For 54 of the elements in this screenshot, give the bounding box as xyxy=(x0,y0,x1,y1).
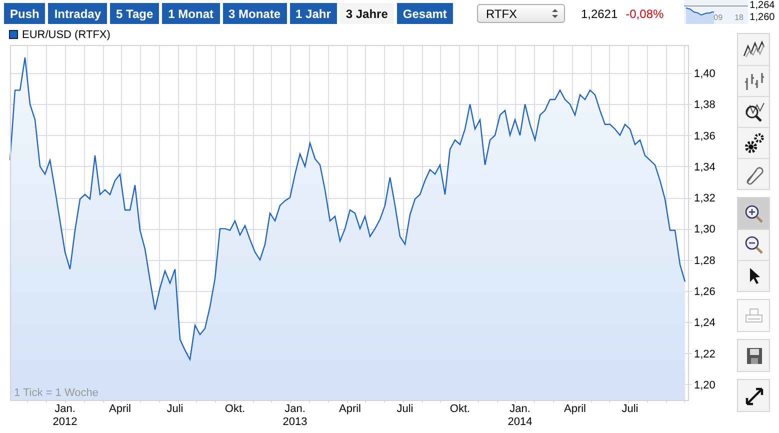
x-axis-label: Jan. 2012 xyxy=(52,403,78,428)
price-value: 1,2621 xyxy=(580,6,618,20)
x-axis-label: Okt. xyxy=(450,403,470,415)
x-axis-label: Okt. xyxy=(224,403,246,415)
range-tab[interactable]: 5 Tage xyxy=(110,3,160,24)
y-axis-label: 1,20 xyxy=(694,379,716,392)
x-axis-label: April xyxy=(564,403,586,415)
y-axis-label: 1,40 xyxy=(694,68,716,80)
up-down-arrows-icon xyxy=(552,8,558,19)
zoom-in-icon xyxy=(742,202,764,224)
y-axis-label: 1,34 xyxy=(694,161,716,174)
chart-magnifier-icon xyxy=(742,101,764,123)
x-axis-label: April xyxy=(339,403,361,415)
legend-label: EUR/USD (RTFX) xyxy=(22,28,110,40)
zoom-out-icon xyxy=(742,234,764,256)
y-axis-label: 1,26 xyxy=(694,286,716,298)
y-axis-label: 1,24 xyxy=(694,317,716,330)
tick-note: 1 Tick = 1 Woche xyxy=(14,387,98,399)
y-axis-label: 1,30 xyxy=(694,224,716,236)
toolbar-button[interactable] xyxy=(738,127,769,158)
toolbar-button[interactable] xyxy=(738,229,769,260)
toolbar-button[interactable] xyxy=(738,340,769,371)
y-axis-label: 1,32 xyxy=(694,192,716,205)
bar-chart-icon xyxy=(742,70,764,92)
toolbar-button[interactable] xyxy=(738,380,769,411)
mini-axis-label: 1,260 xyxy=(750,12,775,24)
exchange-select[interactable]: RTFX xyxy=(476,4,565,23)
range-tab[interactable]: Push xyxy=(4,3,46,24)
x-axis-label: April xyxy=(109,403,131,415)
range-tab[interactable]: Gesamt xyxy=(396,3,453,24)
range-tab[interactable]: 3 Monate xyxy=(222,3,287,24)
y-axis-label: 1,28 xyxy=(694,254,716,267)
range-tab[interactable]: 1 Jahr xyxy=(290,3,337,24)
settings-icon xyxy=(742,132,764,154)
mini-sparkline-chart xyxy=(684,0,748,24)
range-tab[interactable]: 3 Jahre xyxy=(340,3,394,24)
y-axis-label: 1,36 xyxy=(694,130,716,142)
x-axis-label: Juli xyxy=(622,403,638,415)
toolbar-button[interactable] xyxy=(738,96,769,127)
toolbar-button[interactable] xyxy=(738,198,769,229)
x-axis-label: Jan. 2013 xyxy=(282,403,308,428)
range-tab[interactable]: 1 Monat xyxy=(162,3,220,24)
toolbar-button[interactable] xyxy=(738,34,769,65)
y-axis-label: 1,22 xyxy=(694,348,716,360)
mini-axis-label: 09 xyxy=(714,13,723,22)
y-axis-label: 1,38 xyxy=(694,99,716,112)
x-axis-label: Jan. 2014 xyxy=(508,403,532,428)
price-change: -0,08% xyxy=(626,6,664,20)
x-axis-label: Juli xyxy=(166,403,184,415)
toolbar-button[interactable] xyxy=(738,260,769,291)
mini-axis-label: 1,264 xyxy=(750,0,775,12)
range-tab[interactable]: Intraday xyxy=(48,3,108,24)
x-axis-label: Juli xyxy=(396,403,414,415)
mini-axis-label: 18 xyxy=(734,13,744,22)
